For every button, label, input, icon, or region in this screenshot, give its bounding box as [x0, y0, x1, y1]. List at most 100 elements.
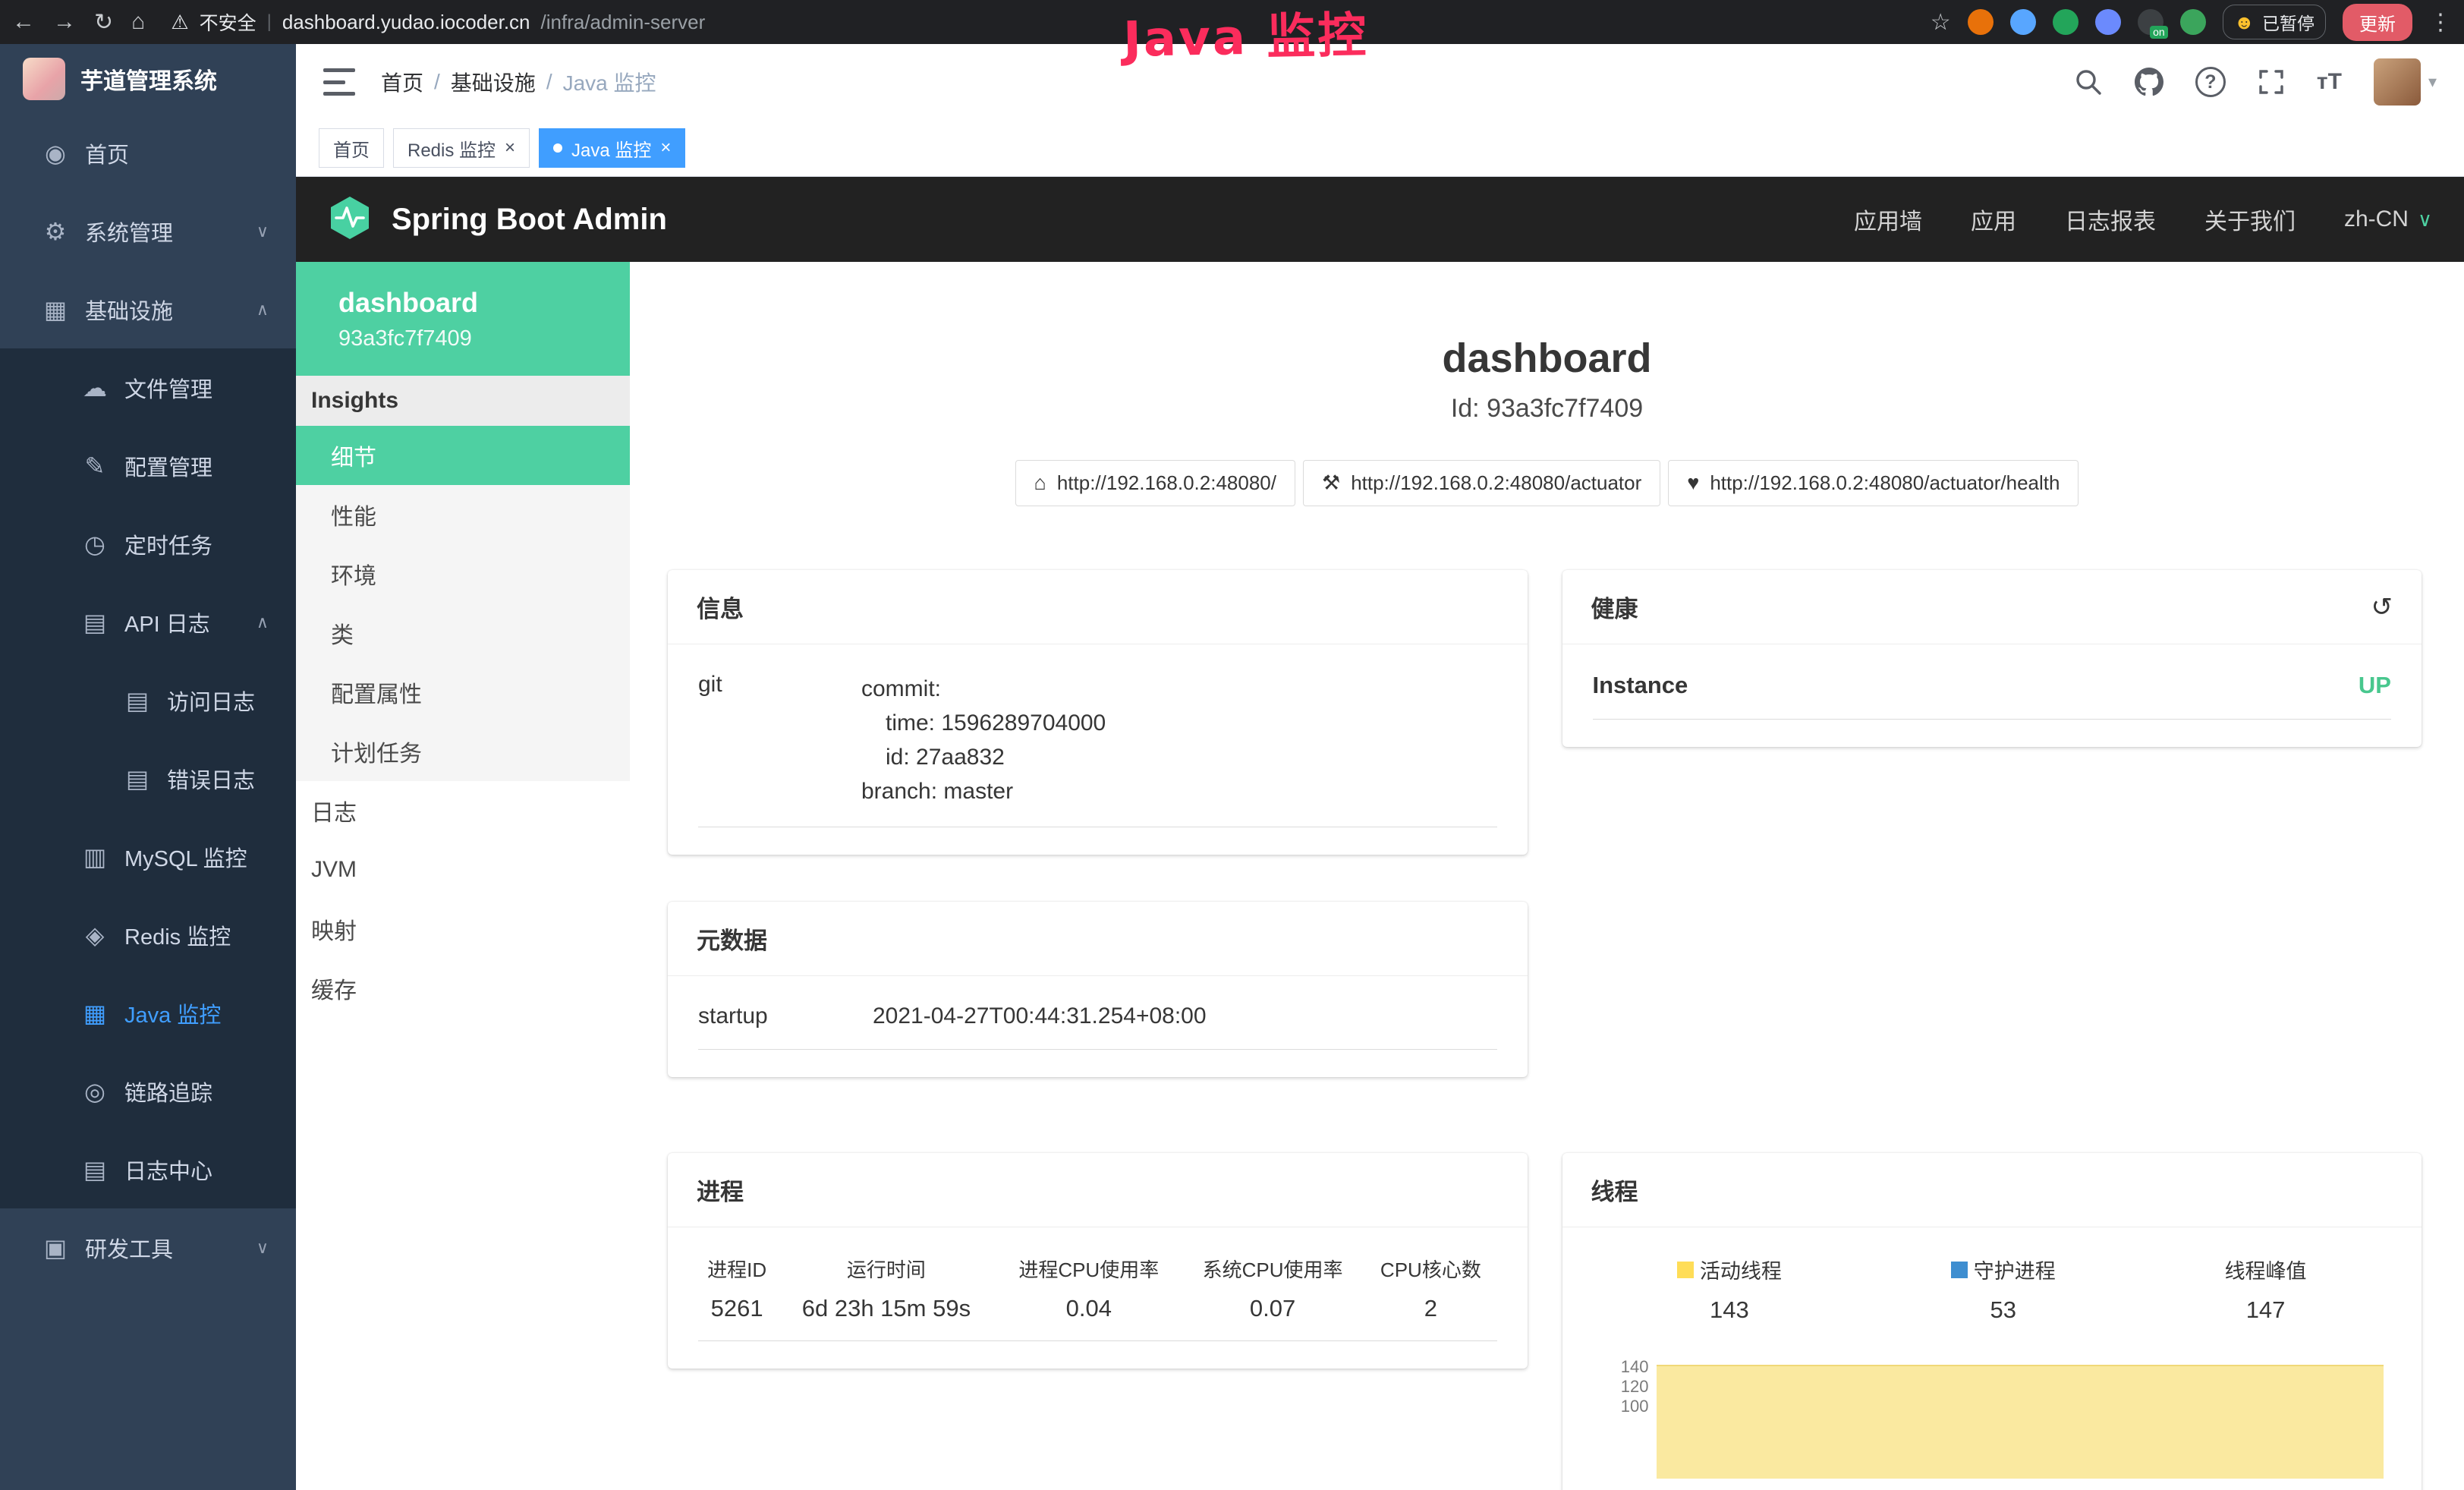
font-size-icon[interactable]: тT — [2317, 69, 2342, 95]
drop-extension-icon[interactable] — [2010, 9, 2036, 35]
sba-menu-config-props[interactable]: 配置属性 — [296, 663, 630, 722]
github-icon[interactable] — [2135, 68, 2163, 96]
security-warning-label[interactable]: 不安全 — [200, 8, 256, 36]
url-domain[interactable]: dashboard.yudao.iocoder.cn — [282, 11, 530, 34]
actuator-url-link[interactable]: ⚒ http://192.168.0.2:48080/actuator — [1303, 460, 1660, 506]
process-col-header: CPU核心数 — [1364, 1255, 1496, 1295]
legend-value: 143 — [1677, 1296, 1782, 1324]
document-icon: ▤ — [121, 764, 153, 793]
sba-menu-caches[interactable]: 缓存 — [296, 959, 630, 1018]
hamburger-icon[interactable] — [323, 68, 355, 96]
redis-monitor-icon: ◈ — [79, 921, 111, 950]
browser-reload-icon[interactable]: ↻ — [94, 9, 113, 36]
cloud-icon: ☁ — [79, 373, 111, 402]
tab-java-monitor[interactable]: Java 监控 × — [539, 128, 685, 168]
instance-id: 93a3fc7f7409 — [338, 326, 630, 351]
instance-links: ⌂ http://192.168.0.2:48080/ ⚒ http://192… — [630, 460, 2464, 506]
tab-label: Redis 监控 — [408, 135, 496, 162]
sba-menu-jvm[interactable]: JVM — [296, 840, 630, 899]
security-warning-icon[interactable]: ⚠ — [171, 11, 188, 34]
caret-down-icon: ▾ — [2428, 72, 2437, 92]
fullscreen-icon[interactable] — [2258, 68, 2285, 96]
y-tick: 120 — [1621, 1377, 1649, 1397]
chrome-update-button[interactable]: 更新 — [2343, 4, 2412, 41]
sidebar-item-file-management[interactable]: ☁ 文件管理 — [0, 348, 296, 427]
breadcrumb-item[interactable]: 首页 — [381, 67, 423, 97]
search-icon[interactable] — [2074, 68, 2103, 96]
close-icon[interactable]: × — [660, 139, 671, 157]
instance-header[interactable]: dashboard 93a3fc7f7409 — [296, 262, 630, 376]
app: 芋道管理系统 ◉ 首页 ⚙ 系统管理 ∨ ▦ 基础设施 ∧ ☁ — [0, 44, 2464, 1490]
sba-brand-title[interactable]: Spring Boot Admin — [392, 203, 667, 237]
sidebar-item-home[interactable]: ◉ 首页 — [0, 114, 296, 192]
browser-home-icon[interactable]: ⌂ — [131, 9, 145, 35]
process-value: 5261 — [698, 1295, 776, 1341]
leaf-extension-icon[interactable] — [2180, 9, 2206, 35]
annotation-java-monitor: Java 监控 — [1122, 0, 1369, 71]
history-icon[interactable]: ↺ — [2371, 592, 2393, 622]
sba-menu-environment[interactable]: 环境 — [296, 544, 630, 603]
heart-icon: ♥ — [1687, 471, 1699, 495]
info-card-title: 信息 — [697, 590, 744, 624]
browser-back-icon[interactable]: ← — [12, 9, 35, 35]
url-path[interactable]: /infra/admin-server — [541, 11, 706, 34]
browser-forward-icon[interactable]: → — [53, 9, 76, 35]
orange-extension-icon[interactable] — [1968, 9, 1994, 35]
sba-menu-metrics[interactable]: 性能 — [296, 485, 630, 544]
sidebar-item-error-logs[interactable]: ▤ 错误日志 — [0, 739, 296, 817]
sba-nav-applications[interactable]: 应用 — [1971, 203, 2016, 236]
process-col-header: 进程CPU使用率 — [997, 1255, 1181, 1295]
sidebar-item-scheduled-tasks[interactable]: ◷ 定时任务 — [0, 505, 296, 583]
y-tick: 100 — [1621, 1397, 1649, 1416]
sidebar-item-log-center[interactable]: ▤ 日志中心 — [0, 1130, 296, 1208]
process-value: 2 — [1364, 1295, 1496, 1341]
language-selector[interactable]: zh-CN ∨ — [2344, 206, 2432, 232]
sidebar-item-access-logs[interactable]: ▤ 访问日志 — [0, 661, 296, 739]
gear-icon: ⚙ — [39, 217, 71, 246]
sidebar-item-trace[interactable]: ◎ 链路追踪 — [0, 1052, 296, 1130]
sba-menu-classes[interactable]: 类 — [296, 603, 630, 663]
info-card: 信息 git commit: time: 1596289704000 id: 2… — [668, 570, 1528, 855]
sidebar-item-api-logs[interactable]: ▤ API 日志 ∧ — [0, 583, 296, 661]
sidebar-item-label: API 日志 — [124, 606, 210, 638]
address-bar[interactable]: ⚠ 不安全 | dashboard.yudao.iocoder.cn/infra… — [171, 8, 1912, 36]
sba-nav-wallboard[interactable]: 应用墙 — [1854, 203, 1922, 236]
app-sidebar: 芋道管理系统 ◉ 首页 ⚙ 系统管理 ∨ ▦ 基础设施 ∧ ☁ — [0, 44, 296, 1490]
service-url-link[interactable]: ⌂ http://192.168.0.2:48080/ — [1015, 460, 1295, 506]
app-logo-bar[interactable]: 芋道管理系统 — [0, 44, 296, 114]
help-icon[interactable]: ? — [2195, 67, 2226, 97]
sba-menu-mappings[interactable]: 映射 — [296, 899, 630, 959]
sba-nav-about[interactable]: 关于我们 — [2204, 203, 2296, 236]
bookmark-star-icon[interactable]: ☆ — [1931, 9, 1951, 36]
dark-extension-icon[interactable]: on — [2138, 9, 2163, 35]
daemon-threads-swatch — [1951, 1262, 1968, 1278]
paused-badge[interactable]: ☻ 已暂停 — [2223, 5, 2326, 39]
sidebar-item-dev-tools[interactable]: ▣ 研发工具 ∨ — [0, 1208, 296, 1287]
sidebar-item-redis-monitor[interactable]: ◈ Redis 监控 — [0, 896, 296, 974]
sba-menu-scheduled-tasks[interactable]: 计划任务 — [296, 722, 630, 781]
sidebar-item-mysql-monitor[interactable]: ▥ MySQL 监控 — [0, 817, 296, 896]
close-icon[interactable]: × — [505, 139, 515, 157]
grid-extension-icon[interactable] — [2095, 9, 2121, 35]
health-url-link[interactable]: ♥ http://192.168.0.2:48080/actuator/heal… — [1668, 460, 2079, 506]
sba-menu-details[interactable]: 细节 — [296, 426, 630, 485]
process-card: 进程 进程ID 运行时间 进程CPU使用率 系统CPU使用率 CPU — [668, 1153, 1528, 1369]
sba-menu-logs[interactable]: 日志 — [296, 781, 630, 840]
legend-live-threads: 活动线程 143 — [1677, 1255, 1782, 1324]
avatar — [2374, 58, 2421, 106]
spring-boot-admin-logo-icon[interactable] — [328, 195, 372, 244]
sba-nav-journal[interactable]: 日志报表 — [2065, 203, 2156, 236]
browser-menu-icon[interactable]: ⋮ — [2429, 9, 2452, 36]
sidebar-item-java-monitor[interactable]: ▦ Java 监控 — [0, 974, 296, 1052]
breadcrumb-separator: / — [434, 70, 440, 94]
green-extension-icon[interactable] — [2053, 9, 2079, 35]
sidebar-item-label: 系统管理 — [85, 216, 173, 247]
user-menu[interactable]: ▾ — [2374, 58, 2437, 106]
sidebar-item-config-management[interactable]: ✎ 配置管理 — [0, 427, 296, 505]
sidebar-item-infrastructure[interactable]: ▦ 基础设施 ∧ — [0, 270, 296, 348]
tab-home[interactable]: 首页 — [319, 128, 384, 168]
health-row[interactable]: Instance UP — [1593, 672, 2392, 720]
breadcrumb-item[interactable]: 基础设施 — [451, 67, 536, 97]
tab-redis-monitor[interactable]: Redis 监控 × — [393, 128, 530, 168]
sidebar-item-system-management[interactable]: ⚙ 系统管理 ∨ — [0, 192, 296, 270]
